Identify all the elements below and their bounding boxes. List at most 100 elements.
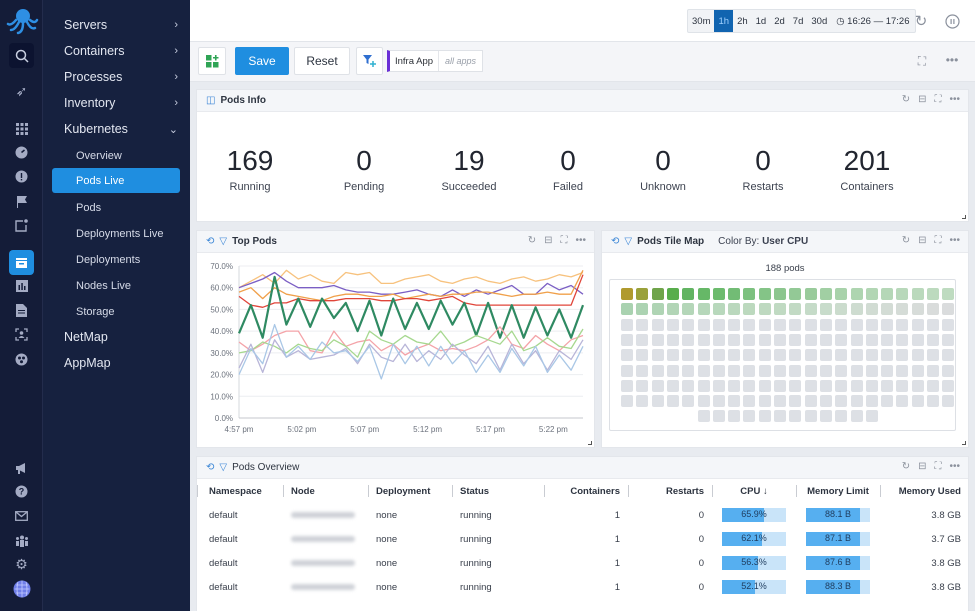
- pod-tile[interactable]: [850, 318, 863, 331]
- pod-tile[interactable]: [621, 364, 633, 377]
- pod-tile[interactable]: [697, 303, 710, 316]
- fullscreen-icon[interactable]: ⛶: [560, 235, 567, 246]
- pod-tile[interactable]: [942, 395, 955, 408]
- pod-tile[interactable]: [728, 288, 741, 300]
- minimize-icon[interactable]: ⊟: [544, 235, 552, 246]
- pod-tile[interactable]: [819, 288, 832, 300]
- pod-tile[interactable]: [774, 364, 786, 377]
- pod-tile[interactable]: [804, 395, 817, 408]
- pod-tile[interactable]: [621, 318, 633, 331]
- search-icon[interactable]: [9, 43, 34, 68]
- pod-tile[interactable]: [758, 303, 771, 316]
- pod-tile[interactable]: [728, 303, 741, 316]
- rocket-icon[interactable]: ➶: [9, 79, 34, 104]
- pod-tile[interactable]: [835, 410, 848, 423]
- pod-tile[interactable]: [682, 395, 695, 408]
- fullscreen-icon[interactable]: ⛶: [934, 94, 941, 105]
- nav-item-appmap[interactable]: AppMap: [64, 353, 184, 373]
- pod-tile[interactable]: [651, 364, 664, 377]
- pod-tile[interactable]: [927, 379, 939, 392]
- pod-tile[interactable]: [804, 364, 817, 377]
- refresh-icon[interactable]: ↻: [528, 235, 536, 246]
- pod-tile[interactable]: [927, 333, 939, 346]
- pod-tile[interactable]: [666, 303, 679, 316]
- pod-tile[interactable]: [743, 395, 756, 408]
- pod-tile[interactable]: [835, 349, 848, 362]
- pod-tile[interactable]: [789, 410, 802, 423]
- pod-tile[interactable]: [712, 349, 725, 362]
- pod-tile[interactable]: [651, 395, 664, 408]
- time-option-2h[interactable]: 2h: [733, 10, 752, 32]
- pod-tile[interactable]: [774, 395, 786, 408]
- pod-tile[interactable]: [865, 395, 878, 408]
- pod-tile[interactable]: [927, 364, 939, 377]
- pod-tile[interactable]: [697, 379, 710, 392]
- pod-tile[interactable]: [651, 303, 664, 316]
- nav-sub-deployments[interactable]: Deployments: [52, 247, 180, 272]
- pod-tile[interactable]: [636, 364, 649, 377]
- pod-tile[interactable]: [728, 349, 741, 362]
- pod-tile[interactable]: [942, 379, 955, 392]
- pod-tile[interactable]: [651, 318, 664, 331]
- time-option-1h[interactable]: 1h: [714, 10, 734, 32]
- pod-tile[interactable]: [651, 288, 664, 300]
- pod-tile[interactable]: [666, 349, 679, 362]
- pod-tile[interactable]: [789, 395, 802, 408]
- pod-tile[interactable]: [942, 288, 955, 300]
- pod-tile[interactable]: [865, 410, 878, 423]
- pod-tile[interactable]: [804, 349, 817, 362]
- pod-tile[interactable]: [896, 303, 909, 316]
- table-row[interactable]: default none running 1 0 65.9% 88.1 B 3.8 GB: [197, 503, 969, 527]
- pod-tile[interactable]: [697, 333, 710, 346]
- pod-tile[interactable]: [743, 333, 756, 346]
- pod-tile[interactable]: [804, 333, 817, 346]
- pod-tile[interactable]: [636, 395, 649, 408]
- pod-tile[interactable]: [804, 303, 817, 316]
- refresh-icon[interactable]: ↻: [902, 461, 910, 472]
- pod-tile[interactable]: [911, 379, 924, 392]
- pod-tile[interactable]: [743, 349, 756, 362]
- app-selector[interactable]: Infra App all apps: [387, 50, 484, 72]
- pod-tile[interactable]: [743, 379, 756, 392]
- pod-tile[interactable]: [865, 333, 878, 346]
- pod-tile[interactable]: [728, 410, 741, 423]
- dashboard-gauge-icon[interactable]: [9, 140, 34, 165]
- pod-tile[interactable]: [835, 303, 848, 316]
- custom-time-range[interactable]: ◷ 16:26 — 17:26: [831, 16, 914, 27]
- pod-tile[interactable]: [682, 288, 695, 300]
- pod-tile[interactable]: [942, 333, 955, 346]
- pod-tile[interactable]: [881, 303, 894, 316]
- pod-tile[interactable]: [697, 410, 710, 423]
- pod-tile[interactable]: [728, 395, 741, 408]
- pod-tile[interactable]: [682, 318, 695, 331]
- time-option-30m[interactable]: 30m: [688, 10, 714, 32]
- history-icon[interactable]: ⟲: [206, 236, 214, 247]
- add-filter-button[interactable]: [356, 47, 383, 75]
- nav-sub-overview[interactable]: Overview: [52, 143, 180, 168]
- pod-tile[interactable]: [697, 364, 710, 377]
- pod-tile[interactable]: [743, 303, 756, 316]
- pod-tile[interactable]: [881, 379, 894, 392]
- nav-item-inventory[interactable]: Inventory ›: [64, 93, 184, 113]
- pod-tile[interactable]: [651, 379, 664, 392]
- pod-tile[interactable]: [789, 364, 802, 377]
- pod-tile[interactable]: [774, 333, 786, 346]
- pod-tile[interactable]: [712, 364, 725, 377]
- octopus-logo[interactable]: [5, 6, 39, 36]
- reset-button[interactable]: Reset: [294, 47, 350, 75]
- history-icon[interactable]: ⟲: [206, 462, 214, 473]
- pod-tile[interactable]: [927, 303, 939, 316]
- pod-tile[interactable]: [819, 379, 832, 392]
- column-memory-limit[interactable]: Memory Limit: [796, 479, 880, 503]
- pod-tile[interactable]: [621, 288, 633, 300]
- pod-tile[interactable]: [789, 349, 802, 362]
- pod-tile[interactable]: [865, 303, 878, 316]
- pod-tile[interactable]: [896, 395, 909, 408]
- team-icon[interactable]: [9, 528, 34, 553]
- globe-icon[interactable]: [9, 576, 34, 601]
- pod-tile[interactable]: [666, 318, 679, 331]
- filter-icon[interactable]: ▽: [219, 236, 227, 247]
- pod-tile[interactable]: [758, 395, 771, 408]
- pod-tile[interactable]: [621, 395, 633, 408]
- minimize-icon[interactable]: ⊟: [918, 235, 926, 246]
